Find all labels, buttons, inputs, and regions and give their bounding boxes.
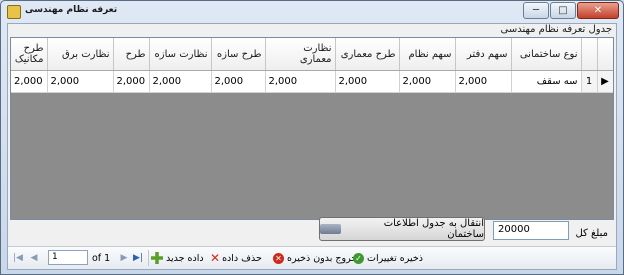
- column-header[interactable]: نظارت معماری: [265, 38, 336, 71]
- column-header[interactable]: نظارت برق: [47, 38, 114, 71]
- exit-label: خروج بدون ذخیره: [287, 252, 358, 264]
- column-header[interactable]: نظارت سازه: [149, 38, 212, 71]
- column-header[interactable]: طرح معماری: [335, 38, 400, 71]
- grid-cell[interactable]: 2,000: [399, 70, 456, 93]
- last-icon: ▶|: [133, 253, 143, 263]
- header-row: طرح مکانیک نظارت برق طرح نظارت سازه طرح …: [11, 38, 613, 71]
- grid-cell[interactable]: 2,000: [455, 70, 512, 93]
- grid-cell[interactable]: 2,000: [211, 70, 266, 93]
- row-number-header: [581, 38, 598, 71]
- column-header[interactable]: طرح سازه: [211, 38, 266, 71]
- separator: [148, 250, 149, 266]
- exit-without-save-button[interactable]: ✕ خروج بدون ذخیره: [273, 250, 357, 266]
- save-changes-button[interactable]: ✓ ذخیره تغییرات: [353, 250, 423, 266]
- position-input[interactable]: 1: [48, 250, 88, 265]
- app-icon: [7, 5, 21, 19]
- tariff-grid[interactable]: طرح مکانیک نظارت برق طرح نظارت سازه طرح …: [10, 37, 614, 220]
- save-icon: ✓: [353, 252, 364, 264]
- grid-cell[interactable]: 2,000: [11, 70, 48, 93]
- delete-label: حذف داده: [222, 252, 262, 264]
- grid-cell[interactable]: 2,000: [113, 70, 150, 93]
- column-header[interactable]: طرح مکانیک: [11, 38, 48, 71]
- row-number: 1: [581, 70, 598, 93]
- exit-icon: ✕: [273, 252, 284, 264]
- add-new-label: داده جدید: [166, 252, 204, 264]
- grid-cell[interactable]: 2,000: [335, 70, 400, 93]
- transfer-to-building-table-button[interactable]: انتقال به جدول اطلاعات ساختمان: [319, 217, 485, 241]
- window-controls: ─ □ ✕: [522, 2, 619, 19]
- column-header[interactable]: نوع ساختمانی: [511, 38, 582, 71]
- maximize-button[interactable]: □: [550, 2, 576, 19]
- total-amount-input[interactable]: 20000: [493, 221, 569, 240]
- column-header[interactable]: سهم دفتر: [455, 38, 512, 71]
- close-button[interactable]: ✕: [577, 2, 619, 19]
- binding-navigator: |◀ ◀ 1 of 1 ▶ ▶| داده جدید ✕ حذف داده ✕ …: [8, 246, 616, 269]
- title-bar[interactable]: تعرفه نظام مهندسی ─ □ ✕: [1, 1, 623, 23]
- row-selector-icon[interactable]: ▶: [597, 70, 613, 93]
- minimize-button[interactable]: ─: [523, 2, 549, 19]
- grid-cell[interactable]: 2,000: [149, 70, 212, 93]
- tariff-table: طرح مکانیک نظارت برق طرح نظارت سازه طرح …: [11, 38, 613, 93]
- grid-cell[interactable]: 2,000: [47, 70, 114, 93]
- building-type-cell[interactable]: سه سقف: [511, 70, 582, 93]
- plus-icon: [151, 252, 163, 264]
- first-icon: |◀: [13, 253, 23, 263]
- column-header[interactable]: سهم نظام: [399, 38, 456, 71]
- total-amount-label: مبلغ کل: [575, 228, 608, 239]
- main-window: تعرفه نظام مهندسی ─ □ ✕ جدول تعرفه نظام …: [0, 0, 624, 275]
- prev-icon: ◀: [30, 253, 38, 263]
- move-last-button[interactable]: ▶|: [132, 250, 144, 266]
- delete-button[interactable]: ✕ حذف داده: [210, 250, 262, 266]
- form-client-area: جدول تعرفه نظام مهندسی طرح مکانیک نظارت …: [7, 23, 617, 270]
- move-previous-button[interactable]: ◀: [28, 250, 40, 266]
- add-new-button[interactable]: داده جدید: [151, 250, 204, 266]
- arrow-icon: [320, 224, 342, 234]
- next-icon: ▶: [120, 253, 128, 263]
- grid-cell[interactable]: 2,000: [265, 70, 336, 93]
- move-first-button[interactable]: |◀: [12, 250, 24, 266]
- column-header[interactable]: طرح: [113, 38, 150, 71]
- move-next-button[interactable]: ▶: [118, 250, 130, 266]
- row-selector-header: [597, 38, 613, 71]
- transfer-button-label: انتقال به جدول اطلاعات ساختمان: [383, 218, 484, 240]
- table-row[interactable]: 2,000 2,000 2,000 2,000 2,000 2,000 2,00…: [11, 70, 613, 93]
- save-label: ذخیره تغییرات: [367, 252, 423, 264]
- delete-icon: ✕: [210, 251, 221, 265]
- count-label: of 1: [92, 252, 111, 264]
- grid-caption: جدول تعرفه نظام مهندسی: [500, 24, 613, 35]
- window-title: تعرفه نظام مهندسی: [25, 5, 118, 15]
